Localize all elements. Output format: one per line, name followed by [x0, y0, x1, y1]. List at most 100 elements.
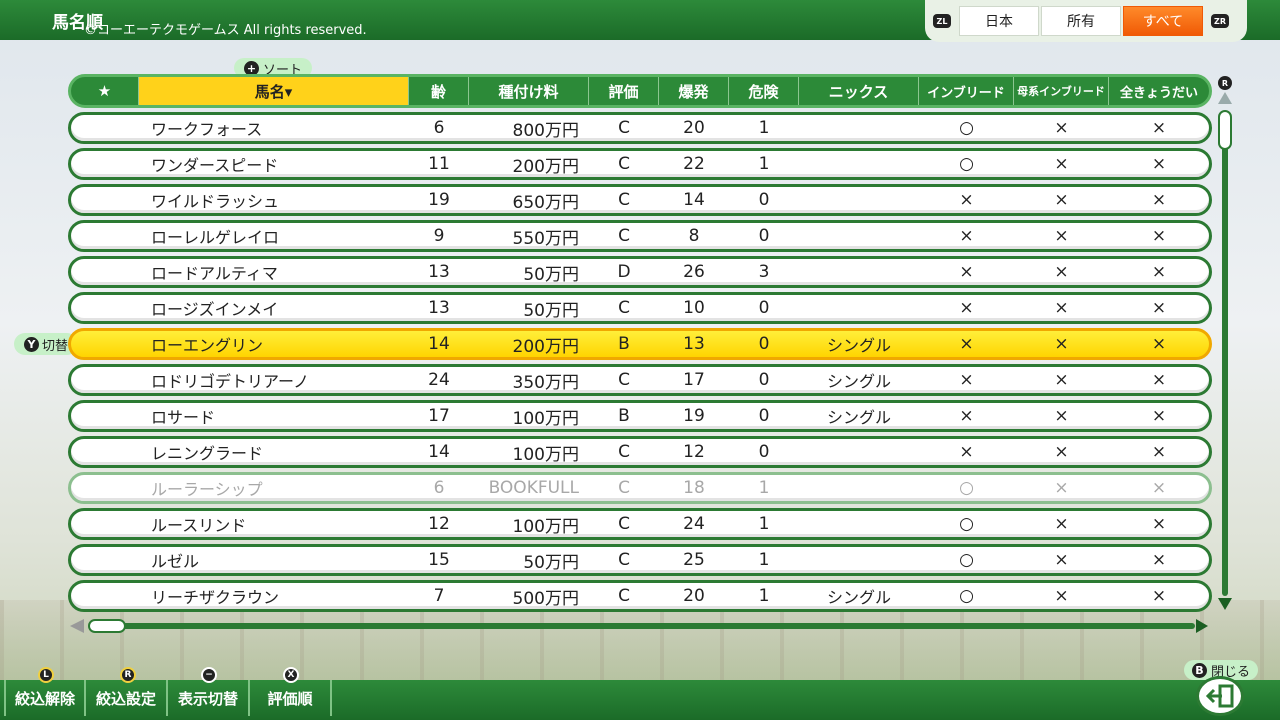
row-grade: C [618, 586, 630, 606]
tab-japan[interactable]: 日本 [959, 6, 1039, 36]
table-row[interactable]: ルゼル 15 50万円 C 25 1 ○ × × [68, 544, 1212, 576]
row-grade: C [618, 478, 630, 498]
table-row[interactable]: ルースリンド 12 100万円 C 24 1 ○ × × [68, 508, 1212, 540]
row-risk: 1 [758, 586, 770, 606]
row-nicks: シングル [826, 408, 891, 427]
row-name: ルゼル [151, 552, 200, 571]
display-toggle-button[interactable]: 表示切替 [168, 680, 250, 716]
row-age: 6 [433, 118, 445, 138]
horizontal-scrollbar-thumb[interactable] [88, 619, 126, 633]
column-nicks[interactable]: ニックス [799, 77, 919, 105]
row-name: ロージズインメイ [151, 300, 279, 319]
sort-by-grade-button[interactable]: 評価順 [250, 680, 332, 716]
column-risk[interactable]: 危険 [729, 77, 799, 105]
row-burst: 24 [683, 514, 705, 534]
scroll-right-arrow-icon[interactable] [1196, 619, 1208, 633]
row-inbreed: × [959, 406, 974, 426]
zl-button-icon[interactable]: ZL [933, 14, 951, 28]
row-siblings: × [1151, 370, 1167, 390]
row-name: ロサード [151, 408, 216, 427]
row-burst: 20 [683, 586, 705, 606]
row-mother-inbreed: × [1054, 406, 1069, 426]
table-row[interactable]: ワークフォース 6 800万円 C 20 1 ○ × × [68, 112, 1212, 144]
table-row[interactable]: ワンダースピード 11 200万円 C 22 1 ○ × × [68, 148, 1212, 180]
column-grade[interactable]: 評価 [589, 77, 659, 105]
column-siblings[interactable]: 全きょうだい [1109, 77, 1209, 105]
table-row[interactable]: リーチザクラウン 7 500万円 C 20 1 シングル ○ × × [68, 580, 1212, 612]
row-burst: 10 [683, 298, 705, 318]
row-mother-inbreed: × [1054, 442, 1069, 462]
row-age: 13 [428, 262, 450, 282]
row-siblings: × [1151, 586, 1167, 606]
row-mother-inbreed: × [1054, 262, 1069, 282]
column-inbreed[interactable]: インブリード [919, 77, 1014, 105]
exit-door-icon[interactable] [1196, 676, 1244, 716]
horizontal-scrollbar-track[interactable] [90, 623, 1195, 629]
row-burst: 19 [683, 406, 705, 426]
r-stick-icon: R [1218, 76, 1232, 90]
table-row[interactable]: ルーラーシップ 6 BOOKFULL C 18 1 ○ × × [68, 472, 1212, 504]
row-age: 19 [428, 190, 450, 210]
row-grade: C [618, 514, 630, 534]
row-fee: 100万円 [512, 516, 579, 537]
row-age: 13 [428, 298, 450, 318]
row-risk: 1 [758, 514, 770, 534]
row-name: ロドリゴデトリアーノ [151, 372, 310, 391]
scroll-down-arrow-icon[interactable] [1218, 598, 1232, 610]
row-risk: 1 [758, 550, 770, 570]
table-row[interactable]: ローエングリン 14 200万円 B 13 0 シングル × × × [68, 328, 1212, 360]
zr-button-icon[interactable]: ZR [1211, 14, 1229, 28]
row-siblings: × [1151, 154, 1167, 174]
table-row[interactable]: ロドリゴデトリアーノ 24 350万円 C 17 0 シングル × × × [68, 364, 1212, 396]
column-name[interactable]: 馬名▾ [139, 77, 409, 105]
row-mother-inbreed: × [1054, 298, 1069, 318]
tab-all[interactable]: すべて [1123, 6, 1203, 36]
row-burst: 22 [683, 154, 705, 174]
table-row[interactable]: レニングラード 14 100万円 C 12 0 × × × [68, 436, 1212, 468]
row-burst: 25 [683, 550, 705, 570]
table-row[interactable]: ロージズインメイ 13 50万円 C 10 0 × × × [68, 292, 1212, 324]
row-inbreed: ○ [959, 586, 974, 606]
table-row[interactable]: ローレルゲレイロ 9 550万円 C 8 0 × × × [68, 220, 1212, 252]
scroll-up-arrow-icon[interactable] [1218, 92, 1232, 104]
row-mother-inbreed: × [1054, 190, 1069, 210]
row-risk: 1 [758, 154, 770, 174]
tab-owned[interactable]: 所有 [1041, 6, 1121, 36]
column-fee[interactable]: 種付け料 [469, 77, 589, 105]
row-grade: B [618, 406, 630, 426]
row-inbreed: × [959, 298, 974, 318]
y-button-icon: Y [23, 336, 39, 352]
row-nicks [799, 475, 919, 501]
row-name: ワンダースピード [151, 156, 279, 175]
table-row[interactable]: ワイルドラッシュ 19 650万円 C 14 0 × × × [68, 184, 1212, 216]
column-mother-inbreed[interactable]: 母系インブリード [1014, 77, 1109, 105]
row-risk: 0 [758, 226, 770, 246]
column-age[interactable]: 齢 [409, 77, 469, 105]
copyright-notice: ©コーエーテクモゲームス All rights reserved. [84, 23, 367, 38]
vertical-scrollbar-thumb[interactable] [1218, 110, 1232, 150]
row-name: ローレルゲレイロ [151, 228, 280, 247]
row-mother-inbreed: × [1054, 370, 1069, 390]
row-name: ルーラーシップ [151, 480, 263, 499]
row-favorite [71, 403, 139, 429]
scroll-left-arrow-icon[interactable] [70, 619, 84, 633]
column-favorite[interactable]: ★ [71, 77, 139, 105]
filter-settings-button[interactable]: 絞込設定 [86, 680, 168, 716]
row-siblings: × [1151, 442, 1167, 462]
row-inbreed: × [959, 226, 974, 246]
row-age: 12 [428, 514, 450, 534]
column-burst[interactable]: 爆発 [659, 77, 729, 105]
filter-tabs: ZL 日本 所有 すべて ZR [925, 0, 1247, 42]
table-row[interactable]: ロードアルティマ 13 50万円 D 26 3 × × × [68, 256, 1212, 288]
vertical-scrollbar-track[interactable] [1222, 112, 1228, 596]
clear-filter-button[interactable]: 絞込解除 [4, 680, 86, 716]
row-siblings: × [1151, 190, 1167, 210]
row-favorite [71, 151, 139, 177]
row-name: ワイルドラッシュ [151, 192, 280, 211]
row-age: 14 [428, 334, 450, 354]
row-risk: 0 [758, 334, 770, 354]
row-mother-inbreed: × [1054, 226, 1069, 246]
row-fee: 200万円 [512, 156, 579, 177]
row-inbreed: ○ [959, 514, 974, 534]
table-row[interactable]: ロサード 17 100万円 B 19 0 シングル × × × [68, 400, 1212, 432]
